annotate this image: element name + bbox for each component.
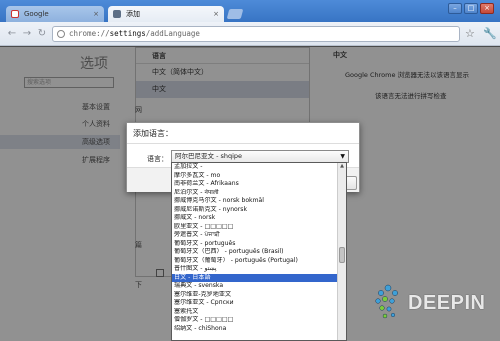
dropdown-option[interactable]: 葡萄牙文（葡萄牙） - português (Portugal) (172, 257, 338, 266)
minimize-button[interactable]: – (448, 3, 462, 14)
title-bar: Google × 添加 × – □ × (0, 0, 500, 22)
dropdown-options: 孟加拉文 - 摩尔多瓦文 - mo 南非荷兰文 - Afrikaans 尼泊尔文 - … (172, 163, 346, 333)
dropdown-option[interactable]: 欧里亚文 - □□□□□ (172, 223, 338, 232)
dropdown-option[interactable]: 挪威博克马尔文 - norsk bokmål (172, 197, 338, 206)
dropdown-option[interactable]: 普什图文 - پښتو (172, 265, 338, 274)
dropdown-option[interactable]: 挪威文 - norsk (172, 214, 338, 223)
forward-arrow-icon[interactable]: → (21, 28, 33, 40)
dropdown-option[interactable]: 尼泊尔文 - नेपाली (172, 189, 338, 198)
bookmark-star-icon[interactable]: ☆ (465, 27, 475, 40)
maximize-button[interactable]: □ (464, 3, 478, 14)
dropdown-scrollbar[interactable]: ▲ (337, 163, 346, 340)
scroll-up-icon[interactable]: ▲ (338, 163, 346, 171)
window-controls: – □ × (448, 3, 494, 14)
deepin-wordmark: DEEPIN (408, 292, 486, 314)
language-label: 语言： (147, 155, 168, 163)
tab-label: Google (24, 10, 49, 18)
dropdown-option[interactable]: 瑞典文 - svenska (172, 282, 338, 291)
tab-add-language[interactable]: 添加 × (108, 6, 224, 22)
dropdown-option[interactable]: 绍纳文 - chiShona (172, 325, 338, 334)
page-icon (57, 30, 65, 38)
back-arrow-icon[interactable]: ← (6, 28, 18, 40)
dropdown-option[interactable]: 日文 - 日本語 (172, 273, 338, 282)
new-tab-button[interactable] (226, 9, 244, 19)
dropdown-option[interactable]: 葡萄牙文 - português (172, 240, 338, 249)
reload-icon[interactable]: ↻ (36, 28, 48, 40)
dropdown-option[interactable]: 塞索托文 (172, 308, 338, 317)
language-dropdown-list[interactable]: 孟加拉文 - 摩尔多瓦文 - mo 南非荷兰文 - Afrikaans 尼泊尔文 - … (171, 162, 347, 341)
divider (127, 143, 359, 144)
dialog-title: 添加语言： (133, 129, 173, 138)
tab-label: 添加 (126, 10, 140, 18)
dropdown-option[interactable]: 南非荷兰文 - Afrikaans (172, 180, 338, 189)
scrollbar-thumb[interactable] (339, 247, 345, 263)
dropdown-option[interactable]: 旁遮普文 - ਪੰਜਾਬੀ (172, 231, 338, 240)
selected-language: 阿尔巴尼亚文 - shqipe (175, 152, 243, 160)
dropdown-option[interactable]: 摩尔多瓦文 - mo (172, 172, 338, 181)
tab-close-icon[interactable]: × (213, 6, 219, 22)
google-favicon-icon (11, 10, 19, 18)
tab-close-icon[interactable]: × (93, 6, 99, 22)
dropdown-option[interactable]: 塞尔维亚-克罗地亚文 (172, 291, 338, 300)
dropdown-option[interactable]: 塞尔维亚文 - Српски (172, 299, 338, 308)
address-bar[interactable]: chrome://settings/addLanguage (52, 26, 460, 42)
dropdown-option[interactable]: 葡萄牙文（巴西） - português (Brasil) (172, 248, 338, 257)
url-text: chrome://settings/addLanguage (69, 29, 200, 38)
deepin-logo-icon (375, 284, 398, 319)
wrench-favicon-icon (113, 10, 121, 18)
tab-google[interactable]: Google × (6, 6, 104, 22)
dropdown-option[interactable]: 僧伽罗文 - □□□□□ (172, 316, 338, 325)
dropdown-option[interactable]: 孟加拉文 - (172, 163, 338, 172)
deepin-logo: DEEPIN (372, 282, 492, 326)
wrench-menu-icon[interactable]: 🔧 (483, 27, 497, 40)
browser-window: Google × 添加 × – □ × ← → ↻ chrome://setti… (0, 0, 500, 341)
browser-toolbar: ← → ↻ chrome://settings/addLanguage ☆ 🔧 (0, 22, 500, 46)
close-window-button[interactable]: × (480, 3, 494, 14)
chevron-down-icon: ▼ (340, 153, 345, 160)
dropdown-option[interactable]: 挪威尼诺斯克文 - nynorsk (172, 206, 338, 215)
